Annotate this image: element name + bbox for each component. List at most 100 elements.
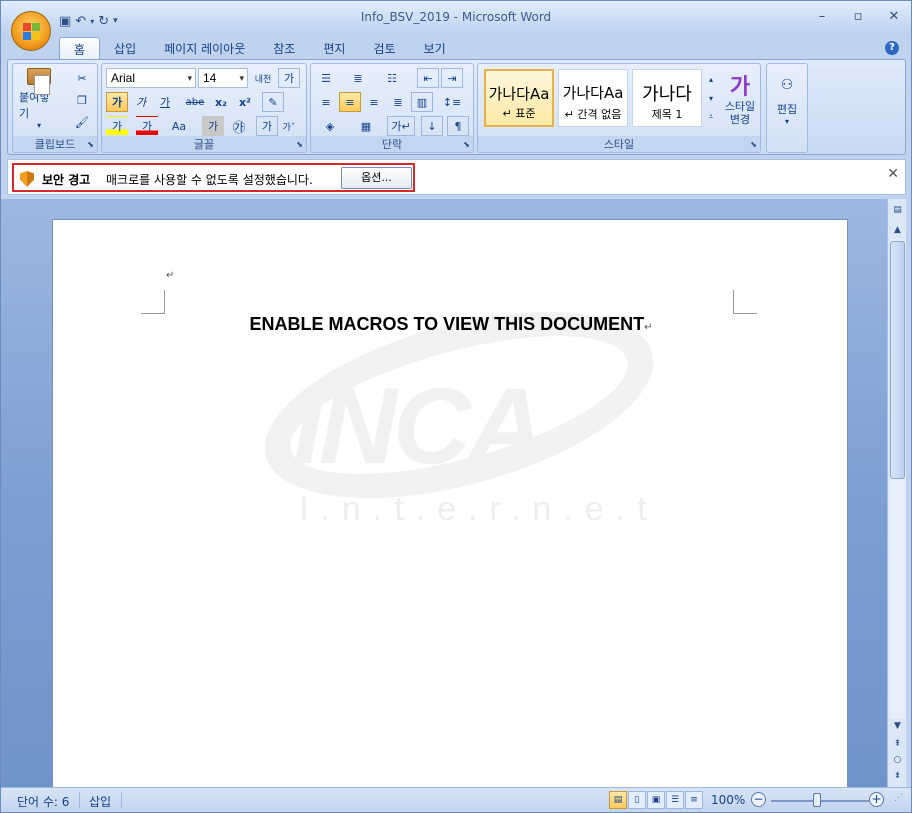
justify-icon[interactable]: ≣ [387,92,409,112]
asian-layout-icon[interactable]: 가↵ [387,116,415,136]
zoom-slider[interactable] [771,800,871,802]
watermark-sub-text: I.n.t.e.r.n.e.t [299,490,659,528]
print-layout-view-icon[interactable]: ▤ [609,791,627,809]
change-styles-button[interactable]: 가 스타일 변경 [720,68,760,134]
styles-scroll-down-icon[interactable]: ▾ [704,89,718,107]
office-logo-icon [23,23,41,41]
decrease-indent-icon[interactable]: ⇤ [417,68,439,88]
highlight-button[interactable]: 가 [106,116,128,136]
window-title: Info_BSV_2019 - Microsoft Word [360,10,552,24]
tab-page-layout[interactable]: 페이지 레이아웃 [150,37,259,59]
strikethrough-button[interactable]: abe [184,92,206,112]
ruler-toggle-icon[interactable]: ▤ [890,203,905,217]
browse-object-icon[interactable]: ○ [890,753,905,767]
outline-view-icon[interactable]: ☰ [666,791,684,809]
align-center-icon[interactable]: ≡ [339,92,361,112]
watermark-logo: INCA I.n.t.e.r.n.e.t [245,275,679,545]
font-color-button[interactable]: 가 [136,116,158,136]
subscript-button[interactable]: x₂ [210,92,232,112]
insert-mode[interactable]: 삽입 [89,793,111,810]
sort-icon[interactable]: ↓ [421,116,443,136]
underline-button[interactable]: 가 [154,92,176,112]
office-button[interactable] [11,11,51,51]
tab-review[interactable]: 검토 [359,37,409,59]
align-left-icon[interactable]: ≡ [315,92,337,112]
tab-view[interactable]: 보기 [410,37,460,59]
italic-button[interactable]: 가 [130,92,152,112]
ribbon: 붙여넣기 ▾ ✂ ❐ 🖌 클립보드 ⬊ Arial 14 내천 가 가 가 가 … [7,59,906,155]
bold-button[interactable]: 가 [106,92,128,112]
char-border-button[interactable]: 가 [278,68,300,88]
scroll-down-icon[interactable]: ▼ [890,719,905,733]
resize-grip-icon[interactable]: ⋰ [894,793,903,803]
change-case-button[interactable]: Aa [168,116,190,136]
styles-scroll-up-icon[interactable]: ▴ [704,70,718,88]
styles-more-icon[interactable]: ⩡ [704,108,718,126]
bullets-icon[interactable]: ☰ [315,68,337,88]
maximize-icon[interactable]: ▫ [849,9,867,24]
title-bar: ▣ ↶ ▾ ↻ ▾ Info_BSV_2019 - Microsoft Word… [1,1,911,37]
options-button[interactable]: 옵션... [341,167,412,189]
style-no-spacing[interactable]: 가나다Aa ↵ 간격 없음 [558,69,628,127]
copy-icon[interactable]: ❐ [71,90,93,110]
increase-indent-icon[interactable]: ⇥ [441,68,463,88]
styles-launcher-icon[interactable]: ⬊ [750,140,757,149]
font-name-combo[interactable]: Arial [106,68,196,88]
phonetic-guide-button[interactable]: 내천 [252,68,274,88]
close-icon[interactable]: ✕ [885,9,903,24]
watermark-logo-text: INCA [293,365,545,486]
enclose-chars-button[interactable]: ㉮ [228,116,250,136]
char-shading-button[interactable]: 가 [202,116,224,136]
tab-references[interactable]: 참조 [259,37,309,59]
clipboard-launcher-icon[interactable]: ⬊ [87,140,94,149]
cut-icon[interactable]: ✂ [71,68,93,88]
full-screen-reading-icon[interactable]: ▯ [628,791,646,809]
format-painter-icon[interactable]: 🖌 [71,112,93,132]
previous-page-icon[interactable]: ⇞ [890,737,905,751]
clipboard-icon [27,68,51,95]
security-message-bar: 보안 경고 매크로를 사용할 수 없도록 설정했습니다. 옵션... ✕ [7,159,906,195]
font-group-label: 글꼴 [102,136,306,152]
document-heading[interactable]: ENABLE MACROS TO VIEW THIS DOCUMENT↵ [53,314,849,335]
zoom-slider-thumb[interactable] [813,793,821,807]
paste-button[interactable]: 붙여넣기 ▾ [19,68,59,130]
text-direction-icon[interactable]: 가ˇ [278,116,300,136]
editing-button[interactable]: ⚇ 편집 ▾ [769,70,805,132]
paragraph-launcher-icon[interactable]: ⬊ [463,140,470,149]
line-spacing-icon[interactable]: ↕≡ [437,92,467,112]
styles-group-label: 스타일 [478,136,760,152]
vertical-scrollbar[interactable]: ▤ ▲ ▼ ⇞ ○ ⇟ [887,199,906,787]
shading-icon[interactable]: ◈ [315,116,345,136]
help-icon[interactable]: ? [885,41,899,55]
tab-home[interactable]: 홈 [59,37,101,59]
clear-formatting-icon[interactable]: ✎ [262,92,284,112]
editing-group: ⚇ 편집 ▾ [766,63,808,153]
numbering-icon[interactable]: ≣ [347,68,369,88]
close-message-bar-icon[interactable]: ✕ [887,166,899,182]
draft-view-icon[interactable]: ≡ [685,791,703,809]
font-size-combo[interactable]: 14 [198,68,248,88]
tab-mailings[interactable]: 편지 [309,37,359,59]
crop-mark-left [141,290,165,314]
scroll-thumb[interactable] [890,241,905,479]
grow-font-button[interactable]: 가 [256,116,278,136]
document-page[interactable]: INCA I.n.t.e.r.n.e.t ↵ ENABLE MACROS TO … [52,219,848,787]
multilevel-list-icon[interactable]: ☷ [381,68,403,88]
superscript-button[interactable]: x² [234,92,256,112]
style-heading-1[interactable]: 가나다 제목 1 [632,69,702,127]
next-page-icon[interactable]: ⇟ [890,769,905,783]
borders-icon[interactable]: ▦ [351,116,381,136]
scroll-up-icon[interactable]: ▲ [890,223,905,237]
zoom-level[interactable]: 100% [711,793,745,807]
align-right-icon[interactable]: ≡ [363,92,385,112]
zoom-out-icon[interactable]: − [751,792,766,807]
web-layout-icon[interactable]: ▣ [647,791,665,809]
minimize-icon[interactable]: – [813,9,831,24]
font-launcher-icon[interactable]: ⬊ [296,140,303,149]
tab-insert[interactable]: 삽입 [100,37,150,59]
show-marks-icon[interactable]: ¶ [447,116,469,136]
zoom-in-icon[interactable]: + [869,792,884,807]
style-normal[interactable]: 가나다Aa ↵ 표준 [484,69,554,127]
distribute-icon[interactable]: ▥ [411,92,433,112]
word-count[interactable]: 단어 수: 6 [17,793,69,810]
